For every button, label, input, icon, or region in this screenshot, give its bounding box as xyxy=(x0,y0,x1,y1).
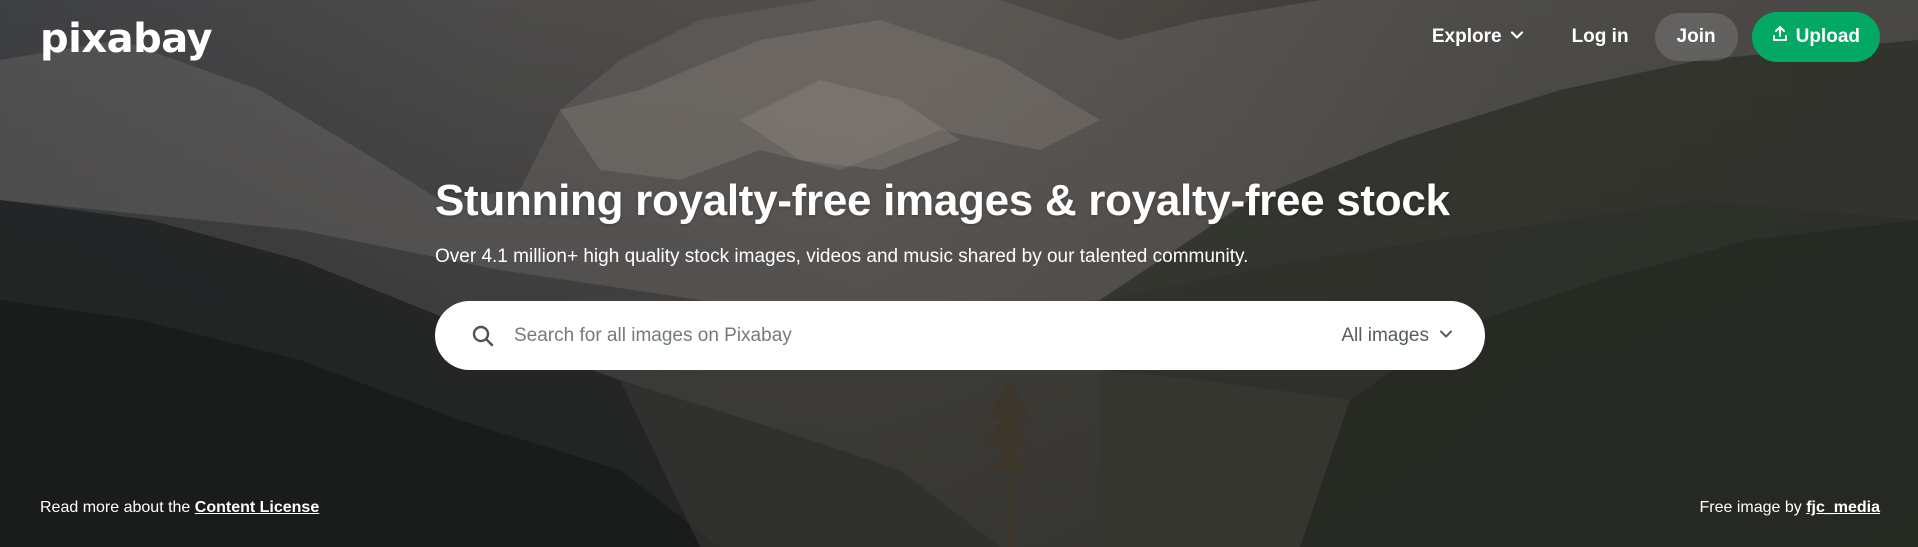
search-icon[interactable] xyxy=(471,324,495,348)
hero-subtitle: Over 4.1 million+ high quality stock ima… xyxy=(435,246,1249,267)
top-nav: Explore Log in Join Upload xyxy=(1432,12,1880,62)
license-note: Read more about the Content License xyxy=(40,499,319,517)
hero-title: Stunning royalty-free images & royalty-f… xyxy=(435,176,1450,225)
upload-label: Upload xyxy=(1795,26,1860,47)
chevron-down-icon xyxy=(1510,26,1524,48)
image-overlay xyxy=(0,0,1918,547)
hero-background-image xyxy=(0,0,1918,547)
upload-icon xyxy=(1772,25,1788,49)
credit-prefix: Free image by xyxy=(1699,499,1807,516)
search-input[interactable] xyxy=(512,323,1342,348)
author-link[interactable]: fjc_media xyxy=(1806,499,1880,516)
content-license-link[interactable]: Content License xyxy=(195,499,319,516)
pixabay-logo[interactable]: pixabay xyxy=(40,16,213,62)
explore-label: Explore xyxy=(1431,26,1502,47)
login-link[interactable]: Log in xyxy=(1572,26,1629,48)
upload-button[interactable]: Upload xyxy=(1751,12,1880,62)
license-prefix: Read more about the xyxy=(40,499,195,516)
chevron-down-icon xyxy=(1439,325,1453,347)
image-credit: Free image by fjc_media xyxy=(1699,499,1880,517)
search-scope-dropdown[interactable]: All images xyxy=(1341,325,1453,347)
search-scope-label: All images xyxy=(1341,324,1429,346)
join-button[interactable]: Join xyxy=(1654,13,1738,61)
search-bar: All images xyxy=(435,301,1485,370)
explore-menu[interactable]: Explore xyxy=(1432,26,1524,48)
